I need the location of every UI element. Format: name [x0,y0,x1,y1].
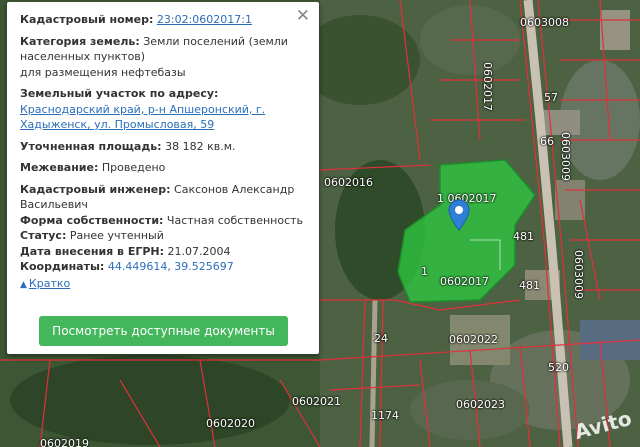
survey-row: Межевание: Проведено [20,160,307,176]
address-link[interactable]: Краснодарский край, р-н Апшеронский, г. … [20,103,265,132]
location-pin-icon[interactable] [448,199,470,231]
brief-toggle[interactable]: ▲ Кратко [20,276,70,294]
survey-label: Межевание: [20,161,99,174]
road [369,299,378,447]
parcel-label: 57 [544,91,558,104]
egrn-date-label: Дата внесения в ЕГРН: [20,244,165,258]
area-label: Уточненная площадь: [20,139,162,153]
coordinates-label: Координаты: [20,260,105,273]
parcel-label: 0603009 [572,250,585,299]
parcel-label: 520 [548,361,569,374]
area-row: Уточненная площадь: 38 182 кв.м. [20,139,307,155]
parcel-label: 481 [519,279,540,292]
status-label: Статус: [20,229,67,242]
engineer-label: Кадастровый инженер: [20,182,171,196]
parcel-label: 0603009 [559,132,572,181]
status-value: Ранее учтенный [69,229,164,242]
parcel-label: 24 [374,332,388,345]
cadastral-number-link[interactable]: 23:02:0602017:1 [157,13,252,26]
cadastral-number-label: Кадастровый номер: [20,13,154,26]
parcel-label: 481 [513,230,534,243]
view-documents-button[interactable]: Посмотреть доступные документы [39,316,288,346]
area-value: 38 182 кв.м. [165,139,236,153]
parcel-label: 0602020 [206,417,255,430]
cadastral-number-row: Кадастровый номер: 23:02:0602017:1 [20,12,307,28]
chevron-up-icon: ▲ [20,279,27,290]
parcel-label: 0602021 [292,395,341,408]
address-row: Земельный участок по адресу: Краснодарск… [20,86,307,133]
status-row: Статус: Ранее учтенный [20,228,307,244]
engineer-row: Кадастровый инженер: Саксонов Александр … [20,182,307,213]
parcel-label: 0603008 [520,16,569,29]
egrn-date-value: 21.07.2004 [167,244,231,258]
parcel-info-popup: ✕ Кадастровый номер: 23:02:0602017:1 Кат… [7,2,319,354]
parcel-label: 0602023 [456,398,505,411]
land-category-row: Категория земель: Земли поселений (земли… [20,34,307,81]
parcel-label: 0602016 [324,176,373,189]
coordinates-row: Координаты: 44.449614, 39.525697 [20,259,307,275]
address-label: Земельный участок по адресу: [20,87,219,100]
close-icon[interactable]: ✕ [296,8,310,25]
ownership-label: Форма собственности: [20,213,164,227]
parcel-label: 66 [540,135,554,148]
land-category-label: Категория земель: [20,34,140,48]
parcel-label: 0602022 [449,333,498,346]
parcel-label: 0602017 [440,275,489,288]
ownership-value: Частная собственность [166,213,304,227]
ownership-row: Форма собственности: Частная собственнос… [20,213,307,229]
survey-value: Проведено [101,161,166,174]
land-category-purpose: для размещения нефтебазы [20,65,186,79]
parcel-label: 1 [421,265,428,278]
parcel-label: 1174 [371,409,399,422]
egrn-date-row: Дата внесения в ЕГРН: 21.07.2004 [20,244,307,260]
coordinates-value: 44.449614, 39.525697 [107,260,234,273]
parcel-label: 0602019 [40,437,89,447]
parcel-label: 0602017 [481,62,494,111]
brief-link[interactable]: Кратко [29,277,70,290]
